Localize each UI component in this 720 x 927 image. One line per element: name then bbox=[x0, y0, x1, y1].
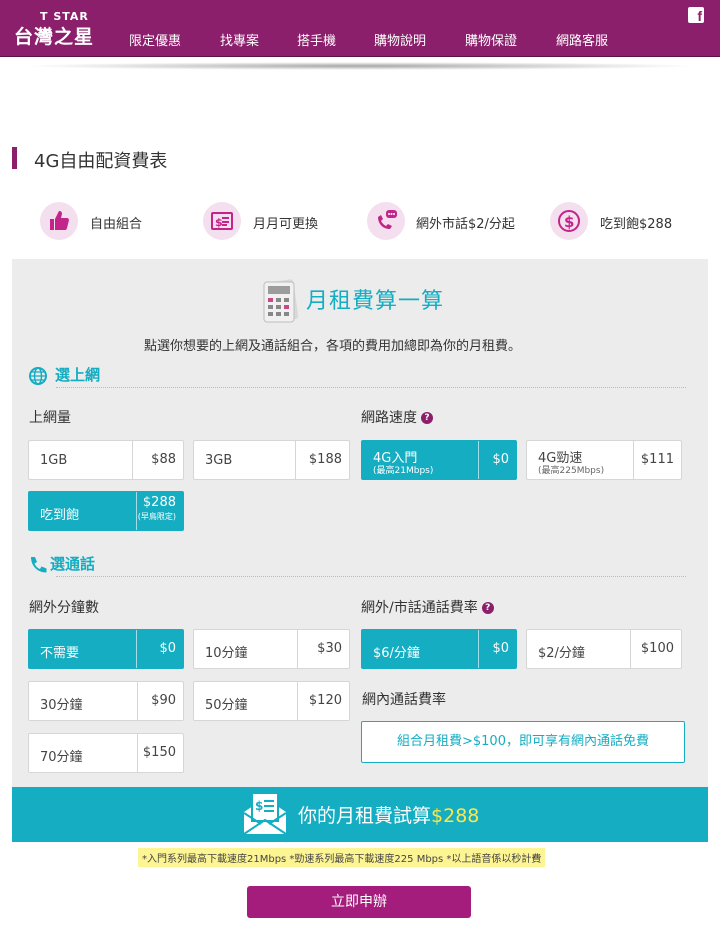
option-price: $88 bbox=[132, 441, 183, 479]
option-name: 10分鐘 bbox=[205, 646, 248, 661]
data-volume-label: 上網量 bbox=[29, 410, 71, 426]
footnote: *入門系列最高下載速度21Mbps *勁速系列最高下載速度225 Mbps *以… bbox=[138, 848, 546, 867]
divider bbox=[56, 387, 686, 388]
option-price: $111 bbox=[633, 441, 681, 479]
option-name: $6/分鐘 bbox=[373, 646, 420, 661]
call-rate-label: 網外/市話通話費率? bbox=[361, 597, 494, 617]
option-50-minutes[interactable]: 50分鐘 $120 bbox=[193, 681, 350, 721]
option-10-minutes[interactable]: 10分鐘 $30 bbox=[193, 629, 350, 669]
option-3gb[interactable]: 3GB $188 bbox=[193, 440, 350, 480]
title-accent-bar bbox=[12, 147, 17, 169]
option-name: 30分鐘 bbox=[40, 698, 83, 713]
onnet-rate-label: 網內通話費率 bbox=[362, 692, 446, 708]
option-price: $90 bbox=[137, 682, 183, 720]
option-name: $2/分鐘 bbox=[538, 646, 585, 661]
svg-text:$: $ bbox=[215, 216, 223, 229]
nav-item-phones[interactable]: 搭手機 bbox=[297, 30, 336, 49]
option-price: $150 bbox=[137, 734, 183, 772]
facebook-icon[interactable]: f bbox=[688, 7, 704, 24]
option-price: $0 bbox=[478, 630, 516, 668]
option-name: 不需要 bbox=[40, 646, 80, 661]
network-speed-label: 網路速度? bbox=[361, 407, 433, 427]
apply-button[interactable]: 立即申辦 bbox=[247, 886, 471, 918]
logo-zh[interactable]: 台灣之星 bbox=[14, 22, 94, 49]
svg-text:$: $ bbox=[564, 213, 574, 231]
section-title-calls: 選通話 bbox=[50, 555, 96, 573]
top-nav-bar bbox=[0, 0, 720, 57]
option-unlimited[interactable]: 吃到飽 $288 (早鳥限定) bbox=[28, 491, 184, 531]
option-no-minutes[interactable]: 不需要 $0 bbox=[28, 629, 184, 669]
envelope-bill-icon: $ bbox=[243, 792, 287, 835]
feature-label: 網外市話$2/分起 bbox=[416, 217, 515, 232]
option-price: $120 bbox=[297, 682, 349, 720]
feature-label: 月月可更換 bbox=[253, 217, 319, 232]
total-price: $288 bbox=[431, 805, 480, 827]
option-70-minutes[interactable]: 70分鐘 $150 bbox=[28, 733, 184, 773]
nav-item-shopping-guide[interactable]: 購物說明 bbox=[374, 30, 426, 49]
calculator-description: 點選你想要的上網及通話組合，各項的費用加總即為你的月租費。 bbox=[144, 339, 522, 354]
help-icon[interactable]: ? bbox=[481, 602, 494, 614]
feature-label: 自由組合 bbox=[90, 217, 143, 232]
offnet-minutes-label: 網外分鐘數 bbox=[29, 600, 99, 616]
globe-icon bbox=[29, 367, 47, 385]
calculator-title: 月租費算一算 bbox=[306, 289, 445, 314]
option-rate-2[interactable]: $2/分鐘 $100 bbox=[526, 629, 682, 669]
option-price: $100 bbox=[630, 630, 681, 668]
option-30-minutes[interactable]: 30分鐘 $90 bbox=[28, 681, 184, 721]
calculator-icon bbox=[263, 279, 299, 323]
option-name: 3GB bbox=[205, 453, 233, 468]
header-shadow bbox=[20, 62, 700, 70]
option-price: $288 (早鳥限定) bbox=[136, 492, 183, 530]
dollar-icon: $ bbox=[550, 202, 588, 240]
svg-text:$: $ bbox=[255, 799, 263, 813]
option-price-note: (早鳥限定) bbox=[137, 512, 176, 521]
option-price: $30 bbox=[297, 630, 349, 668]
phone-chat-icon bbox=[367, 202, 405, 240]
nav-item-support[interactable]: 網路客服 bbox=[556, 30, 608, 49]
option-price: $0 bbox=[478, 441, 516, 479]
feature-label: 吃到飽$288 bbox=[600, 217, 673, 232]
nav-item-guarantee[interactable]: 購物保證 bbox=[465, 30, 517, 49]
option-price: $0 bbox=[136, 630, 183, 668]
page-title: 4G自由配資費表 bbox=[34, 151, 168, 172]
option-4g-basic[interactable]: 4G入門 (最高21Mbps) $0 bbox=[361, 440, 517, 480]
total-estimate: 你的月租費試算$288 bbox=[298, 805, 480, 827]
option-4g-turbo[interactable]: 4G勁速 (最高225Mbps) $111 bbox=[526, 440, 682, 480]
section-title-data: 選上網 bbox=[55, 366, 101, 384]
option-name: 吃到飽 bbox=[40, 508, 80, 523]
option-subtext: (最高225Mbps) bbox=[538, 466, 605, 476]
thumbs-up-icon bbox=[40, 202, 78, 240]
divider bbox=[56, 576, 686, 577]
onnet-info-box: 組合月租費>$100，即可享有網內通話免費 bbox=[361, 721, 685, 763]
option-name: 70分鐘 bbox=[40, 750, 83, 765]
help-icon[interactable]: ? bbox=[421, 412, 433, 424]
option-1gb[interactable]: 1GB $88 bbox=[28, 440, 184, 480]
nav-item-plans[interactable]: 找專案 bbox=[220, 30, 259, 49]
option-name: 50分鐘 bbox=[205, 698, 248, 713]
option-rate-6[interactable]: $6/分鐘 $0 bbox=[361, 629, 517, 669]
option-price: $188 bbox=[295, 441, 349, 479]
bill-icon: $ bbox=[203, 202, 241, 240]
phone-icon bbox=[31, 557, 47, 573]
nav-item-offers[interactable]: 限定優惠 bbox=[129, 30, 181, 49]
option-subtext: (最高21Mbps) bbox=[373, 466, 434, 476]
option-name: 1GB bbox=[40, 453, 68, 468]
